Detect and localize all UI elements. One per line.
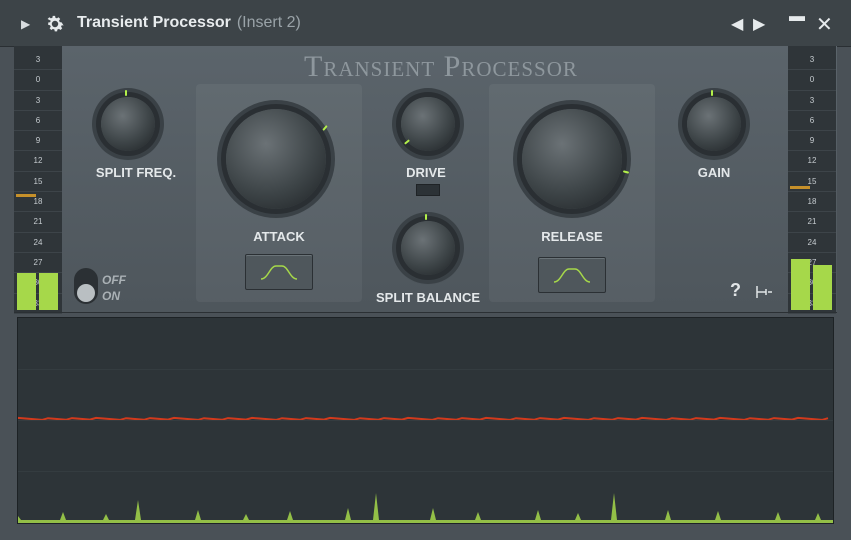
meter-scale-tick: 18 (788, 192, 836, 213)
input-waveform-spikes (15, 493, 833, 523)
control-panel: 3 0 3 6 9 12 15 18 21 24 27 30 33 Transient Processo… (14, 46, 837, 314)
attack-curve-button[interactable] (245, 254, 313, 290)
window-subtitle: (Insert 2) (236, 14, 301, 31)
meter-bar (39, 272, 58, 310)
peak-marker (16, 194, 36, 197)
knob-indicator (125, 90, 127, 96)
grid-line (18, 471, 833, 472)
split-freq-knob[interactable] (101, 90, 155, 151)
attack-label: ATTACK (253, 229, 305, 244)
help-button[interactable]: ? (730, 280, 741, 301)
drive-indicator (416, 184, 440, 196)
title-bar[interactable]: ▶ Transient Processor (Insert 2) ◀ ▶ ▬ ✕ (0, 0, 851, 47)
peak-marker (790, 186, 810, 189)
meter-scale-tick: 12 (788, 151, 836, 172)
meter-scale-tick: 9 (14, 131, 62, 152)
meter-scale-tick: 3 (788, 50, 836, 71)
meter-bar (17, 272, 36, 310)
split-balance-label: SPLIT BALANCE (376, 290, 480, 305)
meter-scale-tick: 0 (14, 70, 62, 91)
drive-label: DRIVE (406, 165, 446, 180)
gear-icon[interactable] (44, 13, 66, 35)
waveform-display (15, 317, 834, 524)
meter-scale-tick: 27 (14, 253, 62, 274)
release-curve-button[interactable] (538, 257, 606, 293)
knob-indicator (711, 90, 713, 96)
meter-scale-tick: 15 (14, 172, 62, 193)
meter-scale-tick: 24 (788, 233, 836, 253)
switch-off-label: OFF (102, 273, 126, 287)
meter-scale-tick: 0 (788, 70, 836, 91)
meter-scale-tick: 9 (788, 131, 836, 152)
meter-scale-tick: 6 (14, 111, 62, 132)
grid-line (18, 369, 833, 370)
envelope-curve-icon (553, 268, 591, 283)
split-balance-knob[interactable] (401, 214, 455, 275)
window-title: Transient Processor (Insert 2) (77, 14, 301, 32)
meter-bar (791, 259, 810, 310)
plugin-window: ▶ Transient Processor (Insert 2) ◀ ▶ ▬ ✕ … (0, 0, 851, 540)
meter-scale-tick: 21 (788, 212, 836, 233)
meter-bar (813, 264, 832, 310)
plugin-title: Transient Processor (304, 50, 578, 83)
meter-scale-tick: 3 (788, 91, 836, 111)
gain-label: GAIN (697, 165, 731, 180)
meter-scale-tick: 3 (14, 50, 62, 71)
release-knob[interactable] (522, 109, 630, 209)
meter-scale-tick: 24 (14, 233, 62, 253)
meter-scale-tick: 12 (14, 151, 62, 172)
input-meter: 3 0 3 6 9 12 15 18 21 24 27 30 33 (14, 46, 62, 314)
bypass-toggle[interactable] (74, 268, 98, 304)
knob-indicator (425, 214, 427, 220)
close-icon[interactable]: ✕ (816, 12, 833, 37)
knob-indicator (404, 139, 410, 145)
drive-knob[interactable] (401, 97, 455, 151)
attack-knob[interactable] (226, 109, 328, 209)
meter-scale-tick: 3 (14, 91, 62, 111)
chevron-right-icon[interactable]: ▶ (21, 17, 30, 31)
arrow-right-icon[interactable]: ▶ (753, 14, 765, 34)
switch-on-label: ON (102, 289, 120, 303)
arrow-left-icon[interactable]: ◀ (731, 14, 743, 34)
release-label: RELEASE (541, 229, 603, 244)
grid-line (18, 420, 833, 421)
meter-scale-tick: 6 (788, 111, 836, 132)
output-meter: 3 0 3 6 9 12 15 18 21 24 27 30 33 (788, 46, 836, 314)
toggle-knob (77, 284, 95, 302)
window-title-text: Transient Processor (77, 14, 231, 31)
envelope-curve-icon (260, 265, 298, 280)
split-freq-label: SPLIT FREQ. (95, 165, 177, 180)
routing-icon[interactable] (754, 284, 774, 300)
minimize-icon[interactable]: ▬ (789, 8, 805, 26)
meter-scale-tick: 15 (788, 172, 836, 193)
meter-scale-tick: 21 (14, 212, 62, 233)
gain-knob[interactable] (687, 90, 741, 151)
